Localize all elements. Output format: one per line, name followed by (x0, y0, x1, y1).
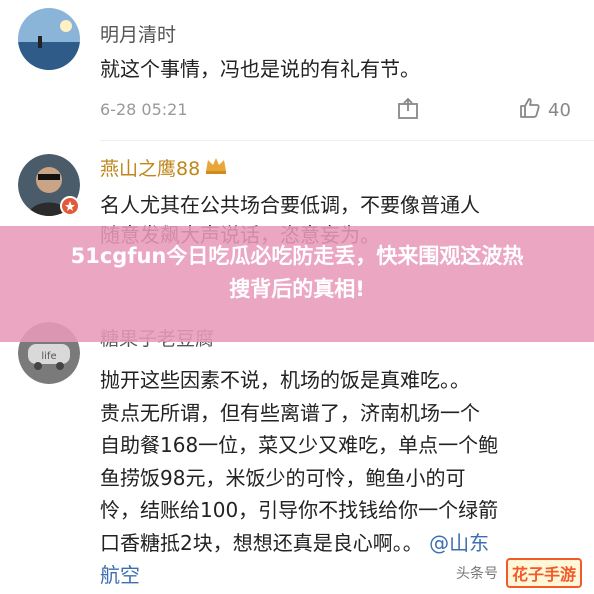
username[interactable]: 明月清时 (100, 20, 176, 47)
watermark: 头条号 花子手游 (455, 558, 582, 588)
watermark-brand: 花子手游 (505, 558, 582, 588)
avatar[interactable] (18, 154, 80, 216)
comment-line-text: 口香糖抵2块，想想还真是良心啊。。 (100, 530, 423, 555)
comment-item: 明月清时 就这个事情，冯也是说的有礼有节。 6-28 05:21 40 (0, 0, 594, 140)
comment-line: 抛开这些因素不说，机场的饭是真难吃。。 (100, 368, 470, 392)
avatar-text: life (41, 351, 56, 362)
avatar[interactable] (18, 8, 80, 70)
comment-text: 抛开这些因素不说，机场的饭是真难吃。。 贵点无所谓，但有些离谱了，济南机场一个 … (100, 364, 578, 592)
comment-line: 口香糖抵2块，想想还真是良心啊。。 @山东 (100, 527, 578, 560)
comment-date: 6-28 05:21 (100, 100, 188, 119)
username[interactable]: 燕山之鹰88 (100, 154, 228, 181)
comment-line: 贵点无所谓，但有些离谱了，济南机场一个 (100, 400, 480, 425)
like-icon (518, 96, 542, 125)
like-count: 40 (548, 100, 571, 121)
headline-text: 51cgfun今日吃瓜必吃防走丢，快来围观这波热 搜背后的真相! (10, 240, 584, 306)
mention-link[interactable]: @山东 (429, 531, 489, 555)
like-button[interactable]: 40 (518, 96, 571, 125)
badge-icon (60, 196, 80, 220)
headline-line: 51cgfun今日吃瓜必吃防走丢，快来围观这波热 (70, 244, 524, 268)
headline-line: 搜背后的真相! (229, 277, 365, 301)
comment-line: 自助餐168一位，菜又少又难吃，单点一个鲍 (100, 433, 499, 457)
comment-line: 怜，结账给100，引导你不找钱给你一个绿箭 (100, 498, 499, 522)
watermark-source: 头条号 (455, 566, 498, 582)
comment-line: 名人尤其在公共场合要低调，不要像普通人 (100, 193, 480, 217)
share-icon (396, 97, 420, 125)
crown-icon (204, 155, 228, 180)
comment-text: 就这个事情，冯也是说的有礼有节。 (100, 57, 420, 81)
comment-item: life 糖果子老豆腐 抛开这些因素不说，机场的饭是真难吃。。 贵点无所谓，但有… (0, 310, 594, 594)
share-button[interactable] (396, 96, 420, 125)
username-text: 燕山之鹰88 (100, 158, 201, 180)
comment-line: 鱼捞饭98元，米饭少的可怜，鲍鱼小的可 (100, 465, 466, 490)
